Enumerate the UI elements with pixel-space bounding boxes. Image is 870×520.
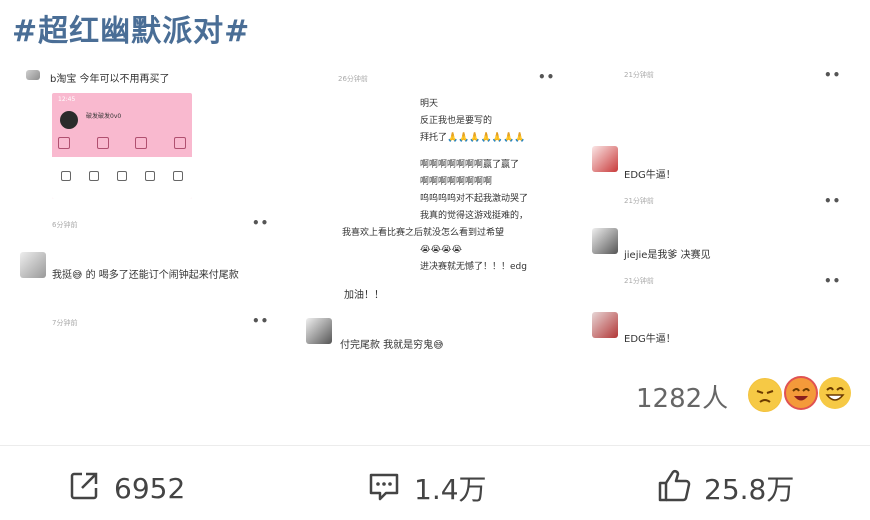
chat-line: 我真的觉得这游戏挺难的，	[420, 211, 529, 221]
comment-button[interactable]: 1.4万	[366, 468, 487, 508]
chat-line: 😭😭😭😭	[420, 245, 463, 255]
chat-line: 呜呜呜呜对不起我激动哭了	[420, 194, 529, 204]
phone-username: 破发破发0v0	[86, 113, 122, 120]
chat-line: 进决赛就无憾了！！！edg	[420, 262, 527, 272]
angry-face-icon	[748, 378, 782, 412]
like-button[interactable]: 25.8万	[656, 468, 794, 508]
chat-line: 反正我也是要写的	[420, 116, 493, 126]
avatar	[26, 70, 40, 80]
share-button[interactable]: 6952	[66, 468, 185, 508]
timestamp: 21分钟前	[624, 277, 654, 285]
comment-icon	[366, 468, 402, 508]
share-icon	[66, 468, 102, 508]
post-image-collage[interactable]: b淘宝 今年可以不用再买了 12:45 破发破发0v0 ​ 6分钟前 •• 我挺…	[0, 56, 870, 434]
reply-text: 付完尾款 我就是穷鬼😅	[340, 340, 444, 351]
grinning-face-icon	[818, 376, 852, 410]
avatar	[60, 111, 78, 129]
phone-clock: 12:45	[58, 96, 76, 103]
screenshot-phone: 12:45 破发破发0v0 ​	[52, 93, 192, 199]
comment-text: jiejie是我爹 决赛见	[624, 250, 711, 261]
divider	[0, 445, 870, 446]
chat-line: 我喜欢上看比赛之后就没怎么看到过希望	[342, 228, 505, 238]
chat-line: 啊啊啊啊啊啊啊啊	[420, 177, 493, 187]
avatar	[20, 252, 46, 278]
hashtag-title[interactable]: #超红幽默派对#	[12, 6, 250, 50]
phone-icon-row	[58, 137, 186, 149]
chat-line: 拜托了🙏🙏🙏🙏🙏🙏🙏	[420, 133, 526, 143]
reply-text: 我挺😅 的 喝多了还能订个闹钟起来付尾款	[52, 270, 239, 281]
like-count: 25.8万	[704, 473, 795, 506]
timestamp: 21分钟前	[624, 71, 654, 79]
chat-log: 明天 反正我也是要写的 拜托了🙏🙏🙏🙏🙏🙏🙏 啊啊啊啊啊啊啊赢了赢了 啊啊啊啊啊…	[342, 96, 565, 276]
reaction-count[interactable]: 1282人	[636, 378, 728, 415]
avatar	[592, 146, 618, 172]
chat-line: 明天	[420, 99, 439, 109]
more-icon[interactable]: ••	[824, 274, 841, 288]
chat-line: 啊啊啊啊啊啊啊赢了赢了	[420, 160, 520, 170]
more-icon[interactable]: ••	[824, 194, 841, 208]
phone-card: ​	[52, 157, 192, 199]
avatar	[592, 312, 618, 338]
more-icon[interactable]: ••	[252, 216, 269, 230]
share-count: 6952	[114, 471, 186, 505]
more-icon[interactable]: ••	[538, 70, 555, 84]
more-icon[interactable]: ••	[824, 68, 841, 82]
avatar	[306, 318, 332, 344]
timestamp: 21分钟前	[624, 197, 654, 205]
chat-tail: 加油！！	[344, 290, 384, 301]
comment-text: EDG牛逼！	[624, 334, 676, 345]
thumbs-up-icon	[656, 468, 692, 508]
timestamp: 26分钟前	[338, 75, 368, 83]
more-icon[interactable]: ••	[252, 314, 269, 328]
post-text: b淘宝 今年可以不用再买了	[50, 74, 170, 85]
timestamp: 7分钟前	[52, 319, 78, 327]
laughing-face-icon	[784, 376, 818, 410]
avatar	[592, 228, 618, 254]
comment-count: 1.4万	[414, 473, 487, 506]
timestamp: 6分钟前	[52, 221, 78, 229]
comment-text: EDG牛逼！	[624, 170, 676, 181]
